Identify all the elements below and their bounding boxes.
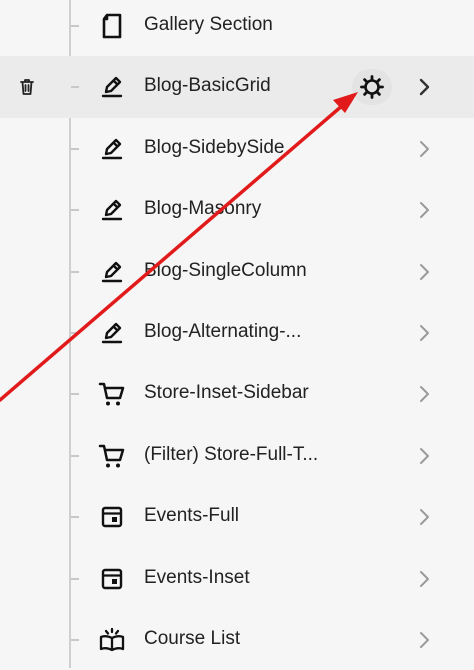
tree-tick [71, 86, 79, 89]
tree-tick [71, 25, 79, 27]
tree-tick [71, 454, 79, 457]
calendar-icon [98, 565, 126, 593]
chevron-right-icon[interactable] [412, 321, 436, 345]
blog-edit-icon [98, 73, 126, 101]
page-icon [98, 12, 126, 40]
page-item-blog-singlecolumn[interactable]: Blog-SingleColumn [0, 241, 474, 302]
blog-edit-icon [98, 319, 126, 347]
chevron-right-icon[interactable] [412, 137, 436, 161]
chevron-right-icon[interactable] [412, 382, 436, 406]
page-item-course-list[interactable]: Course List [0, 609, 474, 670]
page-item-gallery-section[interactable]: Gallery Section [0, 0, 474, 56]
chevron-right-icon[interactable] [412, 628, 436, 652]
page-item-label: Blog-SidebySide [144, 136, 285, 158]
tree-tick [71, 638, 79, 641]
course-book-icon [98, 626, 126, 654]
chevron-right-icon[interactable] [412, 260, 436, 284]
tree-tick [71, 516, 79, 519]
blog-edit-icon [98, 196, 126, 224]
chevron-right-icon[interactable] [412, 444, 436, 468]
page-list: Gallery Section Blog-BasicGrid Blog-Side… [0, 0, 474, 670]
page-item-label: Blog-BasicGrid [144, 75, 271, 97]
calendar-icon [98, 503, 126, 531]
page-item-blog-basicgrid[interactable]: Blog-BasicGrid [0, 56, 474, 118]
cart-icon [98, 442, 126, 470]
gear-icon[interactable] [352, 69, 392, 106]
page-item-blog-masonry[interactable]: Blog-Masonry [0, 179, 474, 240]
tree-tick [71, 147, 79, 150]
blog-edit-icon [98, 258, 126, 286]
tree-tick [71, 209, 79, 212]
chevron-right-icon[interactable] [412, 75, 436, 99]
page-item-label: Store-Inset-Sidebar [144, 382, 309, 404]
page-item-label: Blog-Alternating-... [144, 320, 302, 342]
chevron-right-icon[interactable] [412, 198, 436, 222]
page-item-label: Events-Full [144, 505, 240, 527]
chevron-right-icon[interactable] [412, 505, 436, 529]
page-item-blog-alternating[interactable]: Blog-Alternating-... [0, 302, 474, 363]
trash-icon[interactable] [17, 77, 37, 97]
page-item-events-inset[interactable]: Events-Inset [0, 548, 474, 609]
tree-tick [71, 270, 79, 273]
blog-edit-icon [98, 135, 126, 163]
tree-tick [71, 393, 79, 396]
page-item-store-inset-sidebar[interactable]: Store-Inset-Sidebar [0, 363, 474, 424]
page-item-label: Events-Inset [144, 566, 250, 588]
chevron-right-icon[interactable] [412, 567, 436, 591]
page-item-label: Gallery Section [144, 14, 273, 35]
cart-icon [98, 380, 126, 408]
page-item-blog-sidebyside[interactable]: Blog-SidebySide [0, 118, 474, 179]
page-item-label: Blog-SingleColumn [144, 259, 307, 281]
tree-tick [71, 577, 79, 580]
page-item-filter-store-full[interactable]: (Filter) Store-Full-T... [0, 425, 474, 486]
tree-tick [71, 331, 79, 334]
page-item-label: Blog-Masonry [144, 198, 262, 220]
page-item-events-full[interactable]: Events-Full [0, 486, 474, 547]
page-item-label: Course List [144, 627, 241, 649]
page-item-label: (Filter) Store-Full-T... [144, 443, 319, 465]
